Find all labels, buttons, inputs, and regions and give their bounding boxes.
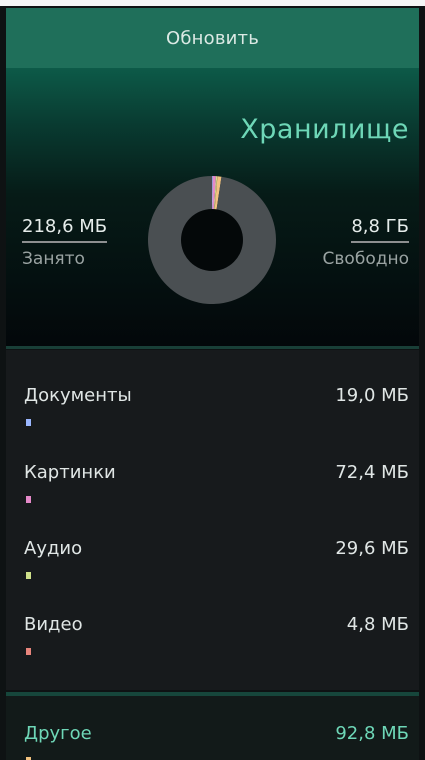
- list-item-audio[interactable]: Аудио 29,6 МБ: [6, 538, 419, 608]
- list-item-other[interactable]: Другое 92,8 МБ: [6, 723, 419, 760]
- category-name: Видео: [24, 614, 83, 635]
- refresh-label: Обновить: [165, 27, 260, 49]
- list-item-video[interactable]: Видео 4,8 МБ: [6, 614, 419, 684]
- category-color-swatch: [26, 648, 31, 655]
- donut-hole: [181, 209, 243, 271]
- used-value: 218,6 МБ: [22, 216, 108, 243]
- storage-header: Хранилище 218,6 МБ Занято 8,8 ГБ Свободн…: [6, 68, 419, 348]
- category-color-swatch: [26, 419, 31, 426]
- free-value: 8,8 ГБ: [351, 216, 409, 243]
- category-name: Другое: [24, 723, 92, 744]
- category-name: Аудио: [24, 538, 83, 559]
- category-name: Картинки: [24, 462, 116, 483]
- free-stat: 8,8 ГБ Свободно: [323, 216, 409, 269]
- category-color-swatch: [26, 496, 31, 503]
- list-item-documents[interactable]: Документы 19,0 МБ: [6, 385, 419, 455]
- used-stat: 218,6 МБ Занято: [22, 216, 108, 269]
- category-size: 72,4 МБ: [335, 462, 409, 483]
- category-size: 92,8 МБ: [335, 723, 409, 744]
- category-name: Документы: [24, 385, 132, 406]
- storage-donut-chart: [148, 176, 276, 304]
- list-item-pictures[interactable]: Картинки 72,4 МБ: [6, 462, 419, 532]
- refresh-menu-item[interactable]: Обновить: [6, 8, 419, 68]
- page-title: Хранилище: [240, 114, 409, 145]
- free-label: Свободно: [322, 249, 409, 269]
- category-size: 29,6 МБ: [335, 538, 409, 559]
- category-color-swatch: [26, 572, 31, 579]
- status-border: [0, 0, 425, 6]
- storage-screen: Обновить Хранилище 218,6 МБ Занято 8,8 Г…: [0, 0, 425, 760]
- used-label: Занято: [22, 249, 85, 269]
- category-size: 19,0 МБ: [335, 385, 409, 406]
- category-size: 4,8 МБ: [346, 614, 409, 635]
